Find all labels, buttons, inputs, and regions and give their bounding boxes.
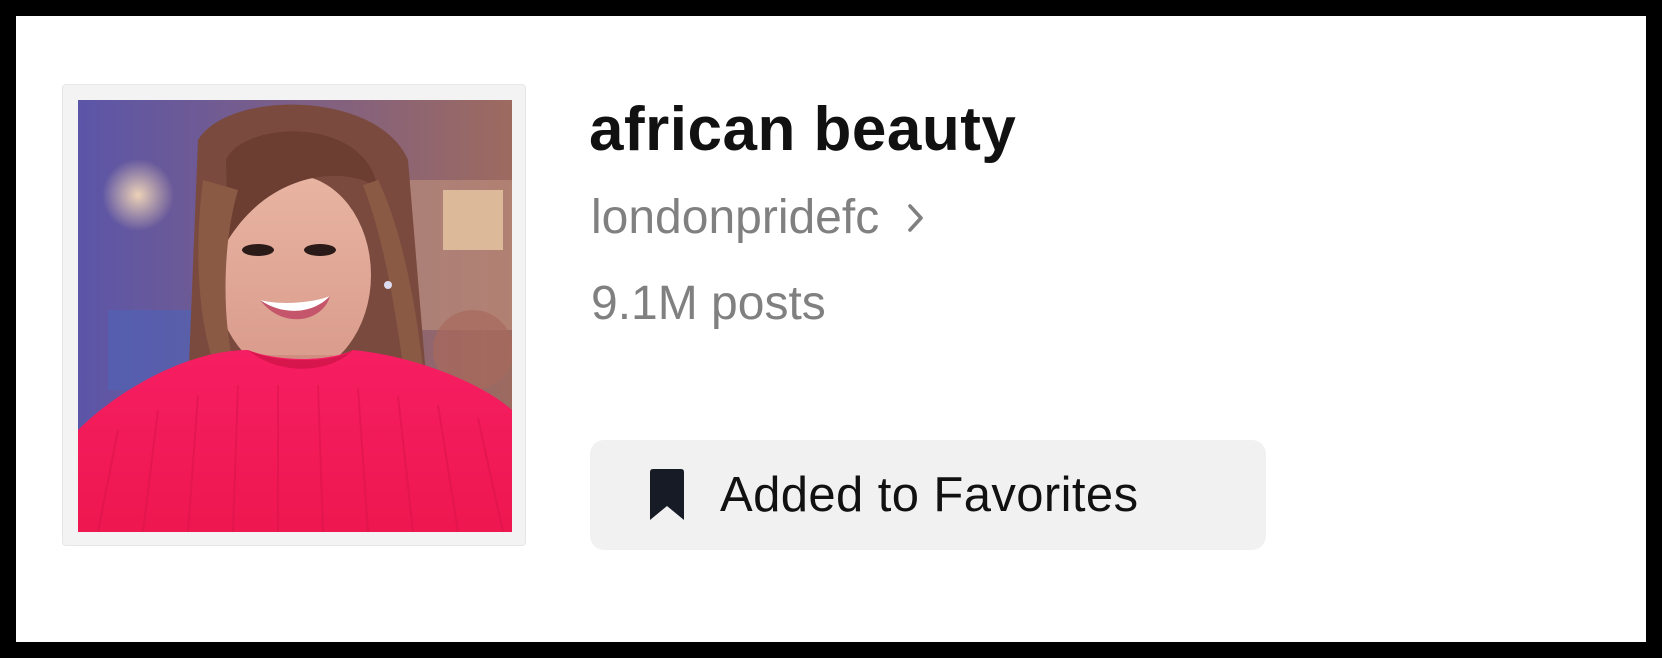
collection-cover[interactable] xyxy=(62,84,526,546)
collection-title: african beauty xyxy=(589,95,1017,164)
favorites-button-label: Added to Favorites xyxy=(720,468,1139,522)
chevron-right-icon xyxy=(908,204,924,232)
post-count: 9.1M posts xyxy=(591,277,826,330)
creator-link[interactable]: londonpridefc xyxy=(591,186,927,250)
bookmark-filled-icon xyxy=(650,469,684,520)
collection-header: african beauty londonpridefc 9.1M posts … xyxy=(16,16,1646,642)
cover-photo xyxy=(78,100,512,532)
screenshot-frame: african beauty londonpridefc 9.1M posts … xyxy=(0,0,1662,658)
creator-name: londonpridefc xyxy=(591,191,880,244)
added-to-favorites-button[interactable]: Added to Favorites xyxy=(590,440,1266,550)
